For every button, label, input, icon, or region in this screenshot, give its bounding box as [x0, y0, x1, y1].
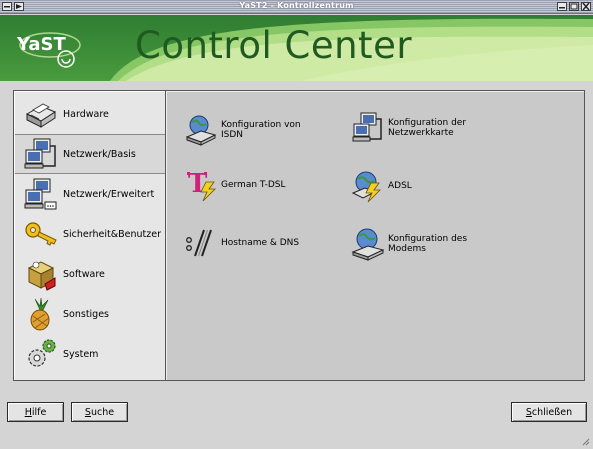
close-label: chließen	[531, 406, 573, 418]
maximize-icon	[570, 3, 578, 10]
search-label: uche	[90, 406, 115, 418]
svg-text:YaST: YaST	[16, 34, 66, 55]
close-button[interactable]: Schließen	[511, 402, 587, 422]
module-label: Hostname & DNS	[221, 238, 300, 248]
sidebar-item-label: System	[63, 348, 99, 360]
window-title: YaST2 - Kontrollzentrum	[239, 1, 354, 10]
search-button[interactable]: Suche	[71, 402, 128, 422]
adsl-globe-icon	[351, 171, 381, 203]
category-sidebar: Hardware Netzwerk/Basis Netzwerk/Erweite…	[13, 90, 166, 381]
help-label: ilfe	[31, 406, 47, 418]
tdsl-icon: T	[187, 169, 216, 202]
control-center-banner: YaST Control Center	[0, 15, 593, 81]
pineapple-icon	[30, 297, 50, 331]
network-computer-icon	[24, 138, 56, 169]
sidebar-item-software[interactable]: Software	[15, 254, 165, 294]
network-advanced-icon	[24, 178, 57, 210]
sidebar-item-label: Netzwerk/Basis	[63, 148, 136, 160]
network-card-icon	[352, 112, 382, 142]
modem-globe-icon	[351, 228, 385, 261]
software-package-icon	[27, 261, 56, 291]
module-isdn[interactable]: Konfiguration von ISDN	[184, 113, 301, 147]
module-modem[interactable]: Konfiguration des Modems	[351, 227, 467, 261]
module-german-tdsl[interactable]: T German T-DSL	[184, 168, 285, 202]
module-adsl[interactable]: ADSL	[351, 169, 412, 203]
module-hostname-dns[interactable]: Hostname & DNS	[184, 226, 299, 260]
close-icon	[582, 3, 590, 10]
printer-icon	[25, 103, 57, 128]
maximize-button[interactable]	[569, 2, 579, 11]
module-netzwerkkarte[interactable]: Konfiguration der Netzwerkkarte	[351, 111, 466, 145]
module-label: German T-DSL	[221, 180, 286, 190]
gears-icon	[28, 339, 56, 367]
sidebar-item-label: Sonstiges	[63, 308, 110, 320]
sidebar-item-label: Hardware	[63, 108, 109, 120]
sidebar-item-netzwerk-erweitert[interactable]: Netzwerk/Erweitert	[15, 174, 165, 214]
sidebar-item-label: Netzwerk/Erweitert	[63, 188, 155, 200]
resize-grip-icon[interactable]	[580, 436, 590, 446]
module-label: Konfiguration der	[388, 118, 467, 128]
yast-logo: YaST	[14, 25, 106, 69]
module-label: Netzwerkkarte	[388, 128, 454, 138]
sidebar-item-system[interactable]: System	[15, 334, 165, 374]
brand-title: Control Center	[135, 24, 413, 67]
sidebar-item-sonstiges[interactable]: Sonstiges	[15, 294, 165, 334]
isdn-globe-icon	[185, 115, 217, 146]
module-label: Konfiguration des	[388, 234, 468, 244]
minimize-icon	[559, 7, 565, 9]
minimize-button[interactable]	[557, 2, 567, 11]
key-icon	[25, 222, 57, 246]
module-label: Modems	[388, 244, 426, 254]
help-button[interactable]: Hilfe	[7, 402, 64, 422]
sidebar-item-label: Sicherheit&Benutzer	[63, 228, 162, 240]
module-label: ISDN	[221, 130, 244, 140]
sidebar-item-hardware[interactable]: Hardware	[15, 94, 165, 134]
close-window-button[interactable]	[581, 2, 591, 11]
module-panel: Konfiguration von ISDN Konfiguration der…	[165, 90, 585, 381]
help-hotkey: H	[24, 406, 32, 418]
sidebar-item-netzwerk-basis[interactable]: Netzwerk/Basis	[15, 134, 165, 174]
hostname-dns-icon	[186, 229, 212, 257]
window-titlebar[interactable]: YaST2 - Kontrollzentrum	[0, 0, 593, 14]
sidebar-item-sicherheit[interactable]: Sicherheit&Benutzer	[15, 214, 165, 254]
module-label: ADSL	[388, 181, 412, 191]
sidebar-item-label: Software	[63, 268, 105, 280]
module-label: Konfiguration von	[221, 120, 301, 130]
